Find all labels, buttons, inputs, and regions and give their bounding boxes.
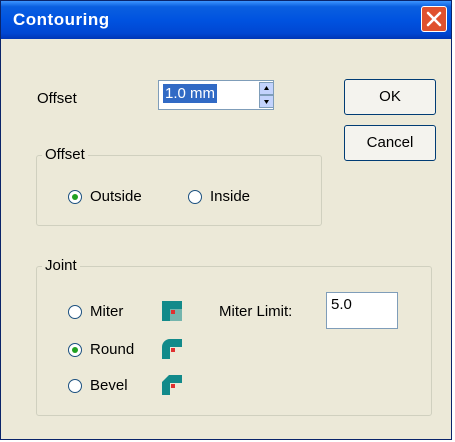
close-icon	[426, 11, 442, 27]
offset-group-label: Offset	[42, 146, 88, 163]
miter-radio[interactable]	[68, 305, 82, 319]
offset-value: 1.0 mm	[163, 84, 218, 103]
miter-limit-input[interactable]: 5.0	[326, 292, 398, 329]
contouring-dialog: Contouring Offset 1.0 mm OK Cancel Offse…	[0, 0, 452, 440]
bevel-joint-icon	[162, 375, 182, 395]
arrow-down-icon	[264, 100, 269, 104]
close-button[interactable]	[421, 6, 447, 32]
title-bar[interactable]: Contouring	[1, 1, 451, 39]
cancel-button[interactable]: Cancel	[344, 125, 436, 161]
offset-label: Offset	[37, 90, 77, 107]
inside-radio[interactable]	[188, 190, 202, 204]
outside-radio[interactable]	[68, 190, 82, 204]
offset-input[interactable]: 1.0 mm	[158, 80, 274, 110]
round-label[interactable]: Round	[90, 341, 134, 358]
round-joint-icon	[162, 339, 182, 359]
bevel-radio[interactable]	[68, 379, 82, 393]
round-radio[interactable]	[68, 343, 82, 357]
offset-spin-down-button[interactable]	[259, 95, 274, 108]
inside-label[interactable]: Inside	[210, 188, 250, 205]
joint-group-label: Joint	[42, 257, 80, 274]
outside-label[interactable]: Outside	[90, 188, 142, 205]
miter-joint-icon	[162, 301, 182, 321]
dialog-title: Contouring	[13, 10, 110, 29]
bevel-label[interactable]: Bevel	[90, 377, 128, 394]
arrow-up-icon	[264, 86, 269, 90]
offset-spin-up-button[interactable]	[259, 82, 274, 95]
ok-button[interactable]: OK	[344, 79, 436, 115]
miter-limit-label: Miter Limit:	[219, 303, 293, 320]
miter-label[interactable]: Miter	[90, 303, 123, 320]
